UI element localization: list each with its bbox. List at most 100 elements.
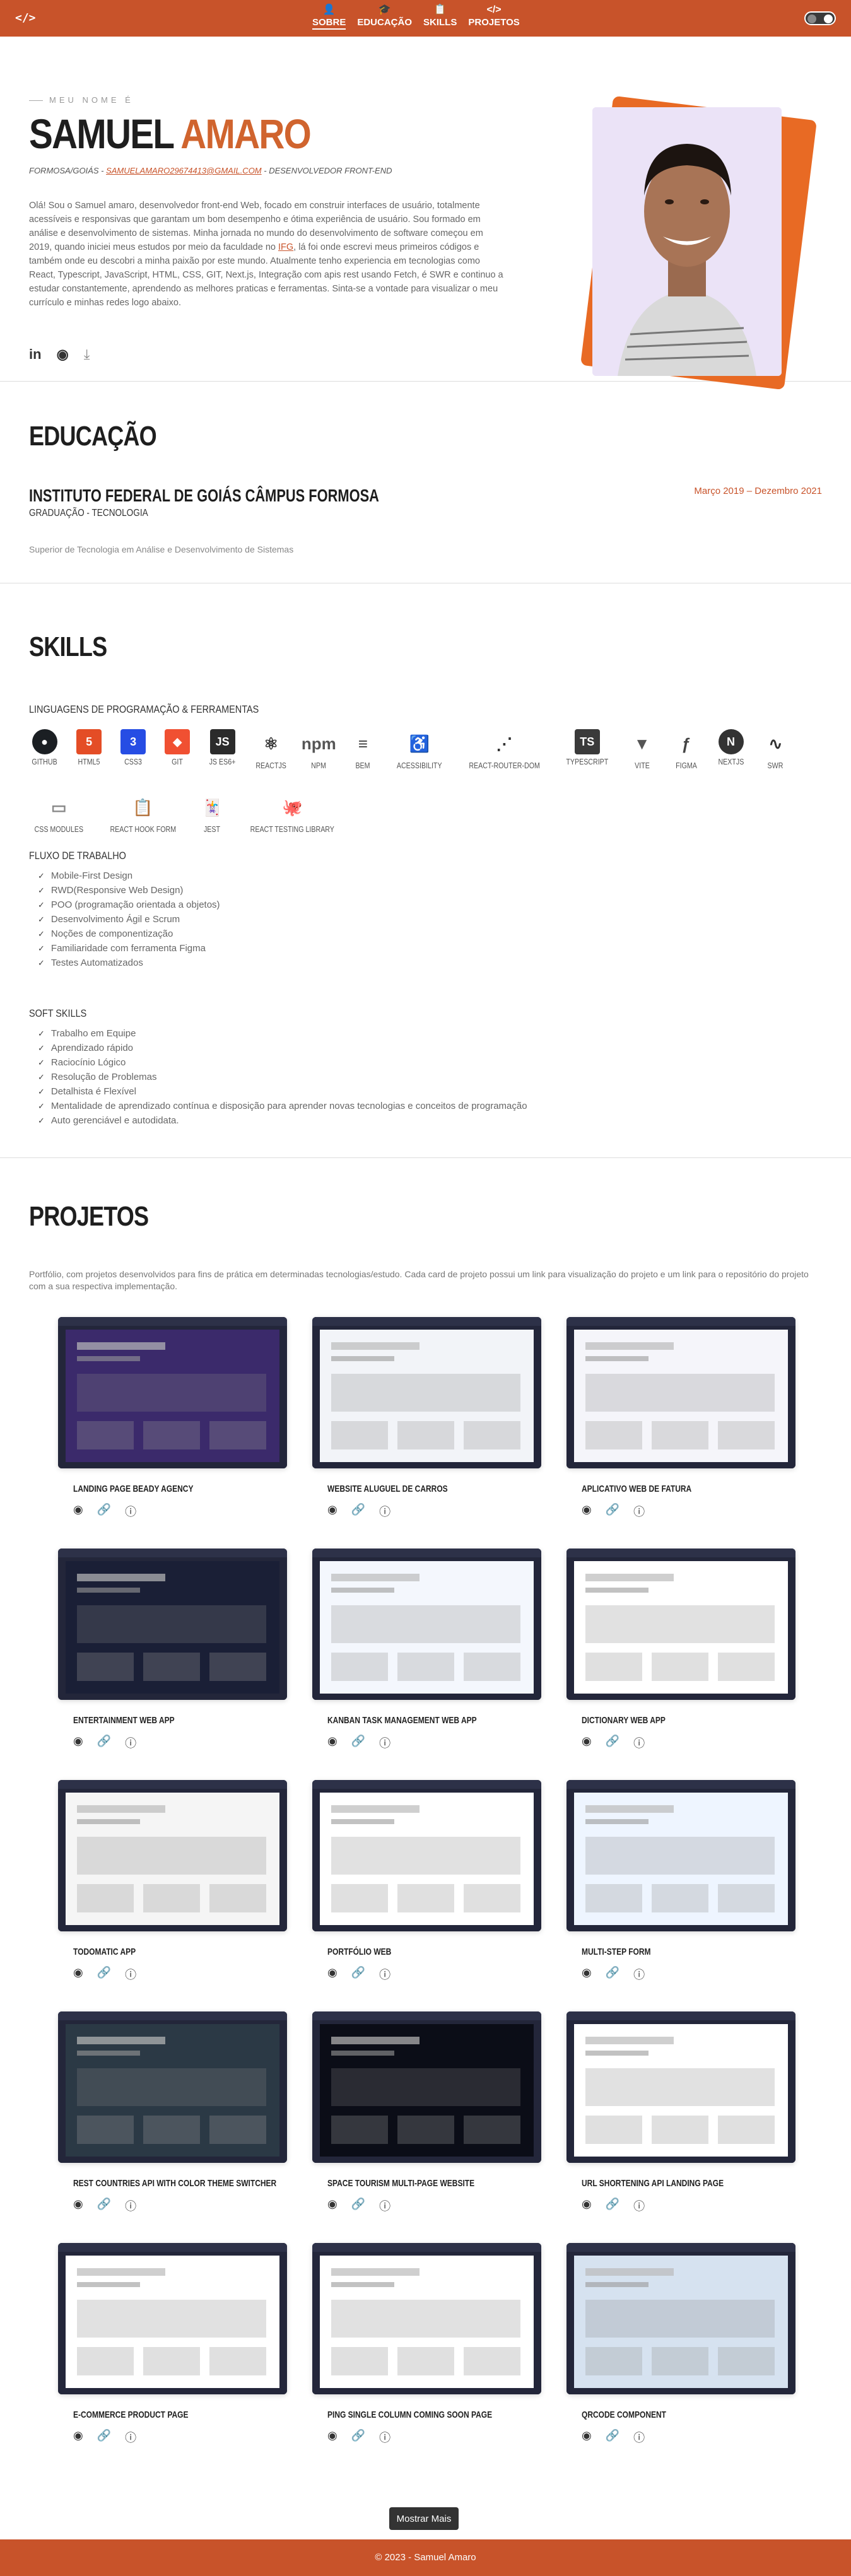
project-thumbnail[interactable] <box>312 1317 541 1468</box>
github-icon[interactable]: ◉ <box>327 2429 337 2445</box>
github-icon[interactable]: ◉ <box>582 2198 592 2214</box>
tech-label: ACESSIBILITY <box>397 761 442 770</box>
link-icon[interactable]: 🔗 <box>606 1503 619 1519</box>
info-icon[interactable]: ⓘ <box>125 2198 136 2214</box>
github-icon[interactable]: ◉ <box>73 2429 83 2445</box>
project-title: Multi-step form <box>582 1947 651 1957</box>
project-thumbnail[interactable] <box>566 2011 795 2163</box>
project-thumbnail[interactable] <box>566 1317 795 1468</box>
tech-label: HTML5 <box>78 757 100 766</box>
info-icon[interactable]: ⓘ <box>379 1735 390 1751</box>
logo[interactable]: </> <box>15 11 36 25</box>
project-thumbnail[interactable] <box>566 1780 795 1931</box>
check-icon: ✓ <box>38 1029 45 1038</box>
show-more-button[interactable]: Mostrar Mais <box>389 2507 459 2530</box>
project-thumbnail[interactable] <box>58 2011 287 2163</box>
info-icon[interactable]: ⓘ <box>379 1966 390 1982</box>
github-icon[interactable]: ◉ <box>327 1966 337 1982</box>
link-icon[interactable]: 🔗 <box>351 2198 365 2214</box>
linkedin-icon[interactable]: in <box>29 346 42 363</box>
github-icon[interactable]: ◉ <box>57 346 69 363</box>
ifg-link[interactable]: IFG <box>278 242 293 252</box>
project-links: ◉ 🔗 ⓘ <box>73 1503 287 1519</box>
tech-label: JS ES6+ <box>209 757 236 766</box>
info-icon[interactable]: ⓘ <box>379 2198 390 2214</box>
info-icon[interactable]: ⓘ <box>633 2198 645 2214</box>
project-title: REST Countries API with color theme swit… <box>73 2178 277 2189</box>
degree-type: Graduação - Tecnologia <box>29 508 148 518</box>
github-icon[interactable]: ◉ <box>582 2429 592 2445</box>
tech-item: 📋 REACT HOOK FORM <box>103 793 184 834</box>
link-icon[interactable]: 🔗 <box>351 1735 365 1751</box>
project-thumbnail[interactable] <box>312 1780 541 1931</box>
link-icon[interactable]: 🔗 <box>97 1735 111 1751</box>
project-card: Landing page beady agency ◉ 🔗 ⓘ <box>58 1317 287 1549</box>
link-icon[interactable]: 🔗 <box>97 2198 111 2214</box>
list-item: ✓ Auto gerenciável e autodidata. <box>38 1115 179 1126</box>
info-icon[interactable]: ⓘ <box>125 1503 136 1519</box>
project-card: REST Countries API with color theme swit… <box>58 2011 287 2243</box>
project-card: Multi-step form ◉ 🔗 ⓘ <box>566 1780 795 2011</box>
list-item: ✓ Mobile-First Design <box>38 870 133 881</box>
link-icon[interactable]: 🔗 <box>97 2429 111 2445</box>
nav-link-skills[interactable]: 📋 Skills <box>423 5 457 28</box>
project-thumbnail[interactable] <box>58 1317 287 1468</box>
link-icon[interactable]: 🔗 <box>351 1503 365 1519</box>
email-link[interactable]: samuelamaro29674413@gmail.com <box>106 166 262 175</box>
info-icon[interactable]: ⓘ <box>633 1735 645 1751</box>
check-icon: ✓ <box>38 871 45 881</box>
link-icon[interactable]: 🔗 <box>606 1735 619 1751</box>
github-icon[interactable]: ◉ <box>582 1966 592 1982</box>
info-icon[interactable]: ⓘ <box>633 1503 645 1519</box>
project-links: ◉ 🔗 ⓘ <box>327 2198 541 2214</box>
project-card: Kanban task management web app ◉ 🔗 ⓘ <box>312 1549 541 1780</box>
project-thumbnail[interactable] <box>566 1549 795 1700</box>
project-thumbnail[interactable] <box>312 2011 541 2163</box>
main-nav: 👤 Sobre 🎓 Educação 📋 Skills </> Projetos <box>312 5 520 30</box>
github-icon[interactable]: ◉ <box>73 1966 83 1982</box>
info-icon[interactable]: ⓘ <box>633 2429 645 2445</box>
info-icon[interactable]: ⓘ <box>125 1735 136 1751</box>
tech-label: GITHUB <box>32 757 57 766</box>
github-icon[interactable]: ◉ <box>327 1503 337 1519</box>
link-icon[interactable]: 🔗 <box>351 2429 365 2445</box>
course-name: Superior de Tecnologia em Análise e Dese… <box>29 544 294 554</box>
info-icon[interactable]: ⓘ <box>125 1966 136 1982</box>
project-title: Entertainment web app <box>73 1715 175 1726</box>
project-links: ◉ 🔗 ⓘ <box>582 2198 795 2214</box>
project-title: Space tourism multi-page website <box>327 2178 475 2189</box>
theme-toggle[interactable] <box>804 11 836 25</box>
project-thumbnail[interactable] <box>312 2243 541 2394</box>
nav-link-educacao[interactable]: 🎓 Educação <box>357 5 412 28</box>
info-icon[interactable]: ⓘ <box>379 2429 390 2445</box>
project-links: ◉ 🔗 ⓘ <box>582 2429 795 2445</box>
footer-copyright: © 2023 - Samuel Amaro <box>375 2552 476 2563</box>
info-icon[interactable]: ⓘ <box>125 2429 136 2445</box>
link-icon[interactable]: 🔗 <box>97 1966 111 1982</box>
sun-icon <box>824 15 833 23</box>
github-icon[interactable]: ◉ <box>327 2198 337 2214</box>
github-icon[interactable]: ◉ <box>73 2198 83 2214</box>
github-icon[interactable]: ◉ <box>327 1735 337 1751</box>
nav-link-projetos[interactable]: </> Projetos <box>468 5 519 28</box>
link-icon[interactable]: 🔗 <box>97 1503 111 1519</box>
github-icon[interactable]: ◉ <box>582 1503 592 1519</box>
link-icon[interactable]: 🔗 <box>606 1966 619 1982</box>
project-thumbnail[interactable] <box>58 1780 287 1931</box>
project-thumbnail[interactable] <box>566 2243 795 2394</box>
info-icon[interactable]: ⓘ <box>379 1503 390 1519</box>
download-resume-icon[interactable]: ⤓ <box>84 346 90 363</box>
info-icon[interactable]: ⓘ <box>633 1966 645 1982</box>
github-icon[interactable]: ◉ <box>73 1503 83 1519</box>
project-thumbnail[interactable] <box>312 1549 541 1700</box>
project-thumbnail[interactable] <box>58 2243 287 2394</box>
link-icon[interactable]: 🔗 <box>351 1966 365 1982</box>
github-icon[interactable]: ◉ <box>582 1735 592 1751</box>
nav-link-sobre[interactable]: 👤 Sobre <box>312 5 346 30</box>
github-icon[interactable]: ◉ <box>73 1735 83 1751</box>
education-section: Educação Instituto Federal de Goiás Câmp… <box>0 382 851 583</box>
link-icon[interactable]: 🔗 <box>606 2198 619 2214</box>
link-icon[interactable]: 🔗 <box>606 2429 619 2445</box>
project-thumbnail[interactable] <box>58 1549 287 1700</box>
project-card: Space tourism multi-page website ◉ 🔗 ⓘ <box>312 2011 541 2243</box>
